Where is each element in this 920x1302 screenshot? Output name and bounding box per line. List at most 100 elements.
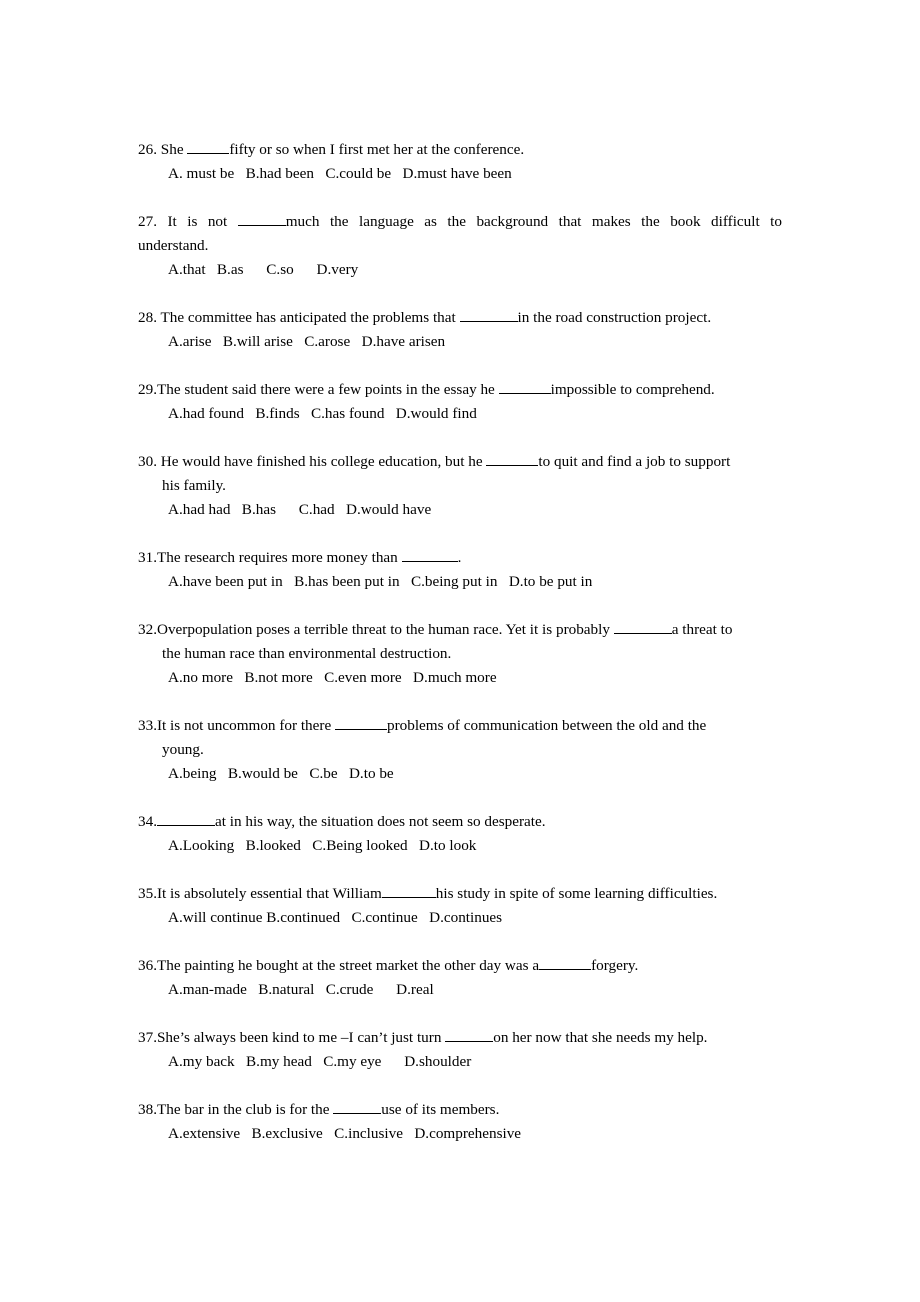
question-text: 26. She fifty or so when I first met her… — [138, 138, 782, 162]
question-number: 37. — [138, 1029, 157, 1046]
question-text-post: on her now that she needs my help. — [493, 1029, 708, 1046]
answer-options[interactable]: A.had had B.has C.had D.would have — [138, 498, 782, 522]
question-block: 31.The research requires more money than… — [138, 546, 782, 594]
question-number: 36. — [138, 957, 157, 974]
question-block: 35.It is absolutely essential that Willi… — [138, 882, 782, 930]
question-text: 36.The painting he bought at the street … — [138, 954, 782, 978]
question-text-pre: Overpopulation poses a terrible threat t… — [156, 621, 614, 638]
question-number: 35. — [138, 885, 157, 902]
question-text: 35.It is absolutely essential that Willi… — [138, 882, 782, 906]
question-text-post: . — [457, 549, 462, 566]
answer-blank[interactable] — [613, 620, 672, 634]
question-number: 33. — [138, 717, 157, 734]
answer-blank[interactable] — [156, 812, 215, 826]
answer-blank[interactable] — [445, 1028, 494, 1042]
question-text-continuation: young. — [138, 738, 782, 762]
answer-options[interactable]: A.my back B.my head C.my eye D.shoulder — [138, 1050, 782, 1074]
question-text-pre: The student said there were a few points… — [156, 381, 499, 398]
answer-options[interactable]: A.have been put in B.has been put in C.b… — [138, 570, 782, 594]
question-block: 36.The painting he bought at the street … — [138, 954, 782, 1002]
question-text: 34. at in his way, the situation does not… — [138, 810, 782, 834]
question-text-post: forgery. — [591, 957, 639, 974]
question-block: 26. She fifty or so when I first met her… — [138, 138, 782, 186]
question-text-continuation: understand. — [138, 234, 782, 258]
question-text-pre: The committee has anticipated the proble… — [160, 309, 460, 326]
answer-options[interactable]: A.that B.as C.so D.very — [138, 258, 782, 282]
question-text-pre: It is not — [167, 213, 238, 230]
question-text: 33.It is not uncommon for there problems… — [138, 714, 782, 738]
question-number: 30. — [138, 453, 157, 470]
answer-blank[interactable] — [334, 716, 387, 730]
answer-blank[interactable] — [333, 1100, 382, 1114]
question-text-pre: The painting he bought at the street mar… — [156, 957, 540, 974]
question-text-pre: He would have finished his college educa… — [160, 453, 487, 470]
question-text-post: much the language as the background that… — [285, 213, 782, 230]
document-page: 26. She fifty or so when I first met her… — [0, 0, 920, 1302]
answer-options[interactable]: A.man-made B.natural C.crude D.real — [138, 978, 782, 1002]
question-number: 32. — [138, 621, 157, 638]
question-text-pre: young. — [162, 741, 204, 758]
question-block: 33.It is not uncommon for there problems… — [138, 714, 782, 786]
question-text-pre: It is not uncommon for there — [156, 717, 335, 734]
question-number: 34. — [138, 813, 157, 830]
question-text-continuation: his family. — [138, 474, 782, 498]
question-text-post: problems of communication between the ol… — [386, 717, 707, 734]
question-text-post: in the road construction project. — [517, 309, 712, 326]
question-number: 26. — [138, 141, 157, 158]
question-number: 31. — [138, 549, 157, 566]
answer-blank[interactable] — [401, 548, 458, 562]
question-text-post: use of its members. — [381, 1101, 500, 1118]
answer-options[interactable]: A.had found B.finds C.has found D.would … — [138, 402, 782, 426]
question-text-post: fifty or so when I first met her at the … — [229, 141, 525, 158]
question-text-pre: understand. — [138, 237, 209, 254]
question-block: 29.The student said there were a few poi… — [138, 378, 782, 426]
question-text-pre: She — [160, 141, 188, 158]
question-text-post: at in his way, the situation does not se… — [214, 813, 546, 830]
question-text: 38.The bar in the club is for the use of… — [138, 1098, 782, 1122]
question-block: 30. He would have finished his college e… — [138, 450, 782, 522]
question-block: 38.The bar in the club is for the use of… — [138, 1098, 782, 1146]
question-block: 32.Overpopulation poses a terrible threa… — [138, 618, 782, 690]
question-number: 38. — [138, 1101, 157, 1118]
answer-blank[interactable] — [459, 308, 518, 322]
answer-options[interactable]: A.arise B.will arise C.arose D.have aris… — [138, 330, 782, 354]
question-text: 32.Overpopulation poses a terrible threa… — [138, 618, 782, 642]
answer-options[interactable]: A.no more B.not more C.even more D.much … — [138, 666, 782, 690]
question-block: 27. It is not much the language as the b… — [138, 210, 782, 282]
question-text: 29.The student said there were a few poi… — [138, 378, 782, 402]
question-block: 37.She’s always been kind to me –I can’t… — [138, 1026, 782, 1074]
answer-options[interactable]: A.Looking B.looked C.Being looked D.to l… — [138, 834, 782, 858]
answer-blank[interactable] — [486, 452, 539, 466]
answer-blank[interactable] — [498, 380, 551, 394]
answer-blank[interactable] — [237, 212, 286, 226]
question-text: 37.She’s always been kind to me –I can’t… — [138, 1026, 782, 1050]
question-text: 28. The committee has anticipated the pr… — [138, 306, 782, 330]
question-text-pre: The bar in the club is for the — [156, 1101, 334, 1118]
question-list: 26. She fifty or so when I first met her… — [138, 138, 782, 1170]
question-block: 34. at in his way, the situation does not… — [138, 810, 782, 858]
answer-blank[interactable] — [539, 956, 592, 970]
question-text: 30. He would have finished his college e… — [138, 450, 782, 474]
question-block: 28. The committee has anticipated the pr… — [138, 306, 782, 354]
question-number-space — [157, 213, 167, 230]
question-text-pre: the human race than environmental destru… — [162, 645, 452, 662]
question-number: 28. — [138, 309, 157, 326]
question-text-post: to quit and find a job to support — [538, 453, 731, 470]
question-text-continuation: the human race than environmental destru… — [138, 642, 782, 666]
answer-blank[interactable] — [381, 884, 436, 898]
question-text-pre: It is absolutely essential that William — [156, 885, 382, 902]
question-text-pre: She’s always been kind to me –I can’t ju… — [156, 1029, 446, 1046]
answer-options[interactable]: A.being B.would be C.be D.to be — [138, 762, 782, 786]
question-text-post: his study in spite of some learning diff… — [435, 885, 718, 902]
question-text: 31.The research requires more money than… — [138, 546, 782, 570]
question-text-pre: The research requires more money than — [156, 549, 402, 566]
answer-options[interactable]: A.extensive B.exclusive C.inclusive D.co… — [138, 1122, 782, 1146]
answer-blank[interactable] — [187, 140, 230, 154]
answer-options[interactable]: A.will continue B.continued C.continue D… — [138, 906, 782, 930]
question-number: 29. — [138, 381, 157, 398]
question-number: 27. — [138, 213, 157, 230]
question-text-post: a threat to — [671, 621, 733, 638]
answer-options[interactable]: A. must be B.had been C.could be D.must … — [138, 162, 782, 186]
question-text-post: impossible to comprehend. — [550, 381, 715, 398]
question-text: 27. It is not much the language as the b… — [138, 210, 782, 234]
